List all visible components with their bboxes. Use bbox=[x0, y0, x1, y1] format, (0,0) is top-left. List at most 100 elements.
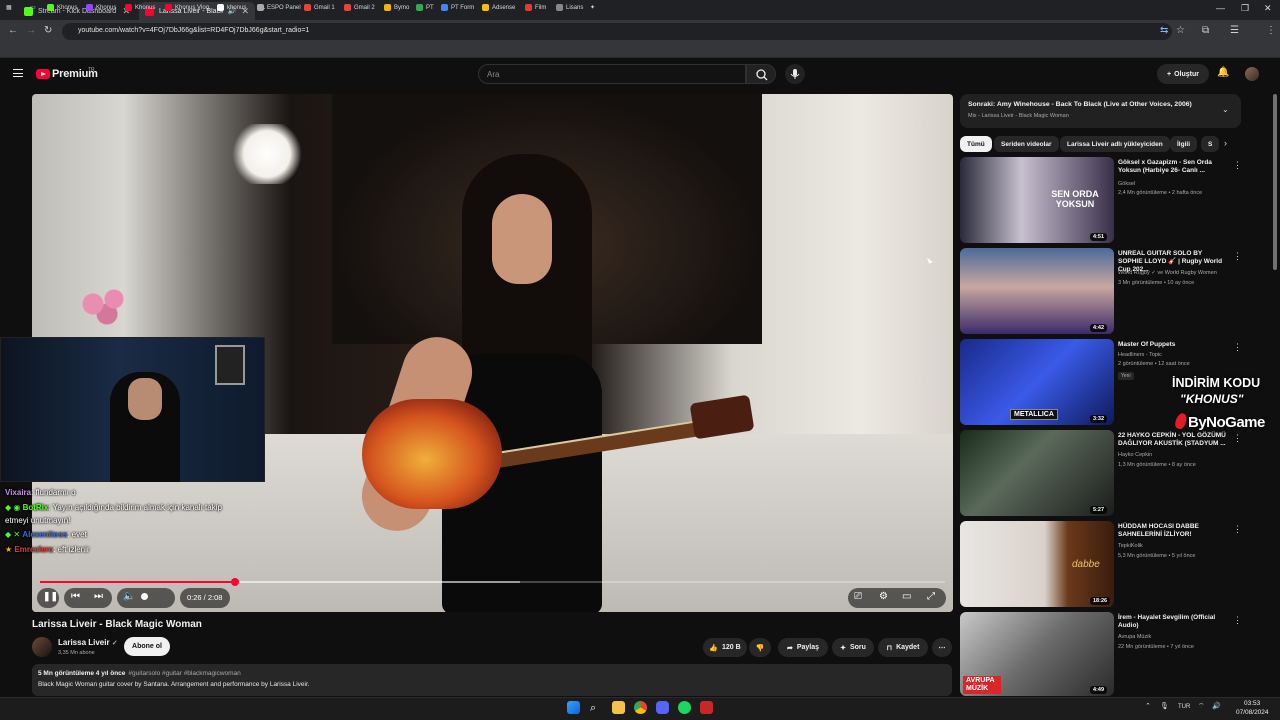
save-button[interactable]: ⊓ Kaydet bbox=[878, 638, 928, 657]
tray-mic-icon[interactable]: 🎙 bbox=[1160, 702, 1169, 710]
bookmark-item[interactable]: PT Form bbox=[441, 4, 474, 11]
minimize-icon[interactable]: — bbox=[1216, 3, 1225, 13]
menu-dots-icon[interactable]: ⋮ bbox=[1266, 25, 1276, 36]
forward-icon[interactable]: → bbox=[26, 25, 36, 36]
scrollbar[interactable] bbox=[1273, 94, 1277, 270]
chip-all[interactable]: Tümü bbox=[960, 136, 992, 152]
discord-icon[interactable] bbox=[656, 701, 669, 714]
description-box[interactable] bbox=[32, 664, 952, 696]
file-explorer-icon[interactable] bbox=[612, 701, 625, 714]
hashtags[interactable]: #guitarsolo #guitar #blackmagicwoman bbox=[128, 670, 240, 677]
chip-related[interactable]: İlgili bbox=[1170, 136, 1197, 152]
bookmark-item[interactable]: Gmail 2 bbox=[344, 4, 375, 11]
rec-thumbnail[interactable]: METALLICA bbox=[960, 339, 1114, 425]
bookmark-item[interactable]: Bymo bbox=[384, 4, 409, 11]
chip-series[interactable]: Seriden videolar bbox=[994, 136, 1059, 152]
dislike-button[interactable]: 👎 bbox=[749, 638, 771, 657]
rec-thumbnail[interactable] bbox=[960, 248, 1114, 334]
rec-title[interactable]: İrem - Hayalet Sevgilim (Official Audio) bbox=[1118, 614, 1228, 630]
extensions-icon[interactable]: ⧉ bbox=[1202, 25, 1209, 36]
playlist-header[interactable] bbox=[960, 94, 1241, 128]
bookmark-star-icon[interactable]: ☆ bbox=[1176, 25, 1185, 36]
obs-app-icon[interactable] bbox=[700, 701, 713, 714]
back-icon[interactable]: ← bbox=[8, 25, 18, 36]
next-icon[interactable]: ⏭ bbox=[94, 591, 103, 602]
rec-channel[interactable]: Avrupa Müzik bbox=[1118, 634, 1151, 640]
more-vert-icon[interactable]: ⋮ bbox=[1233, 615, 1242, 626]
bookmark-item[interactable]: Lisans bbox=[556, 4, 583, 11]
rec-channel[interactable]: Headliners - Topic bbox=[1118, 352, 1162, 358]
rec-title[interactable]: HÜDDAM HOCASI DABBE SAHNELERİNİ İZLİYOR! bbox=[1118, 523, 1228, 539]
pause-icon[interactable]: ❚❚ bbox=[43, 591, 58, 602]
ask-button[interactable]: ✦ Soru bbox=[832, 638, 874, 657]
hamburger-menu-icon[interactable] bbox=[13, 69, 23, 77]
youtube-logo-icon[interactable] bbox=[36, 69, 50, 79]
speaker-tray-icon[interactable]: 🔊 bbox=[1212, 702, 1221, 710]
rec-channel[interactable]: Hayko Cepkin bbox=[1118, 452, 1152, 458]
clock-time[interactable]: 03:53 bbox=[1244, 700, 1260, 707]
rec-thumbnail[interactable]: dabbe bbox=[960, 521, 1114, 607]
apps-icon[interactable]: ▦ bbox=[6, 4, 12, 11]
rec-channel[interactable]: Göksel bbox=[1118, 181, 1135, 187]
settings-gear-icon[interactable]: ⚙ bbox=[879, 591, 888, 602]
chip-uploader[interactable]: Larissa Liveir adlı yükleyiciden bbox=[1060, 136, 1170, 152]
bookmark-item[interactable]: khonus bbox=[217, 4, 246, 11]
rec-title[interactable]: Master Of Puppets bbox=[1118, 341, 1228, 349]
notifications-bell-icon[interactable]: 🔔 bbox=[1217, 67, 1229, 78]
bookmark-item[interactable]: Khonus bbox=[125, 4, 155, 11]
theater-mode-icon[interactable]: ▭ bbox=[902, 591, 911, 602]
share-button[interactable]: ➦ Paylaş bbox=[778, 638, 828, 657]
wifi-icon[interactable]: ⌔ bbox=[1198, 702, 1205, 711]
clock-date[interactable]: 07/08/2024 bbox=[1236, 709, 1269, 716]
more-vert-icon[interactable]: ⋮ bbox=[1233, 251, 1242, 262]
spotify-icon[interactable] bbox=[678, 701, 691, 714]
like-button[interactable]: 👍 120 B bbox=[703, 638, 747, 657]
bookmark-item[interactable]: Khonus bbox=[86, 4, 116, 11]
rec-channel[interactable]: TepkiKolik bbox=[1118, 543, 1143, 549]
address-bar[interactable]: youtube.com/watch?v=4FOj7DbJ66g&list=RD4… bbox=[62, 23, 1172, 40]
volume-icon[interactable]: 🔈 bbox=[123, 591, 135, 602]
more-vert-icon[interactable]: ⋮ bbox=[1233, 433, 1242, 444]
reload-icon[interactable]: ↻ bbox=[44, 25, 52, 36]
bookmark-item[interactable]: ESPO Panel bbox=[257, 4, 301, 11]
tray-chevron-icon[interactable]: ⌃ bbox=[1145, 702, 1151, 710]
more-vert-icon[interactable]: ⋮ bbox=[1233, 524, 1242, 535]
chevron-down-icon[interactable]: ⌄ bbox=[1222, 105, 1229, 114]
language-indicator[interactable]: TUR bbox=[1178, 704, 1190, 710]
more-actions-button[interactable]: ⋯ bbox=[932, 638, 952, 657]
more-vert-icon[interactable]: ⋮ bbox=[1233, 342, 1242, 353]
maximize-icon[interactable]: ❐ bbox=[1241, 3, 1249, 14]
previous-icon[interactable]: ⏮ bbox=[71, 591, 80, 602]
account-avatar[interactable] bbox=[1245, 67, 1259, 81]
fullscreen-icon[interactable]: ⤢ bbox=[927, 591, 935, 602]
chevron-right-icon[interactable]: › bbox=[1224, 138, 1227, 148]
sidebar-icon[interactable]: ☰ bbox=[1230, 25, 1239, 36]
folder-icon[interactable]: ▭ bbox=[30, 4, 36, 11]
bookmark-item[interactable]: PT bbox=[416, 4, 434, 11]
window-close-icon[interactable]: ✕ bbox=[1264, 3, 1272, 14]
bookmark-extra-icon[interactable]: ✦ bbox=[590, 4, 595, 11]
search-icon[interactable]: ⌕ bbox=[590, 702, 603, 715]
chrome-icon[interactable] bbox=[634, 701, 647, 714]
voice-search-button[interactable] bbox=[785, 64, 805, 84]
search-button[interactable] bbox=[746, 64, 776, 84]
windows-start-icon[interactable] bbox=[567, 701, 580, 714]
chip-more[interactable]: S bbox=[1201, 136, 1219, 152]
rec-channel[interactable]: World Rugby ✓ ve World Rugby Women bbox=[1118, 270, 1217, 276]
rec-thumbnail[interactable] bbox=[960, 430, 1114, 516]
translate-icon[interactable]: ⇆ bbox=[1160, 25, 1168, 36]
bookmark-item[interactable]: Khonus Vlog bbox=[165, 4, 209, 11]
subtitles-icon[interactable]: ⎚ bbox=[854, 591, 862, 602]
search-input[interactable]: Ara bbox=[478, 64, 746, 84]
rec-title[interactable]: 22 HAYKO CEPKİN - YOL GÖZÜMÜ DAĞLIYOR AK… bbox=[1118, 432, 1228, 448]
progress-scrubber-handle[interactable] bbox=[231, 578, 239, 586]
bookmark-item[interactable]: Gmail 1 bbox=[304, 4, 335, 11]
rec-thumbnail[interactable]: AVRUPA MÜZİK bbox=[960, 612, 1114, 696]
subscribe-button[interactable]: Abone ol bbox=[124, 637, 170, 656]
channel-name[interactable]: Larissa Liveir ✓ bbox=[58, 638, 118, 647]
rec-thumbnail[interactable]: SEN ORDA YOKSUN bbox=[960, 157, 1114, 243]
bookmark-item[interactable]: Film bbox=[525, 4, 546, 11]
channel-avatar[interactable] bbox=[32, 637, 52, 657]
more-vert-icon[interactable]: ⋮ bbox=[1233, 160, 1242, 171]
bookmark-item[interactable]: Adsense bbox=[482, 4, 515, 11]
